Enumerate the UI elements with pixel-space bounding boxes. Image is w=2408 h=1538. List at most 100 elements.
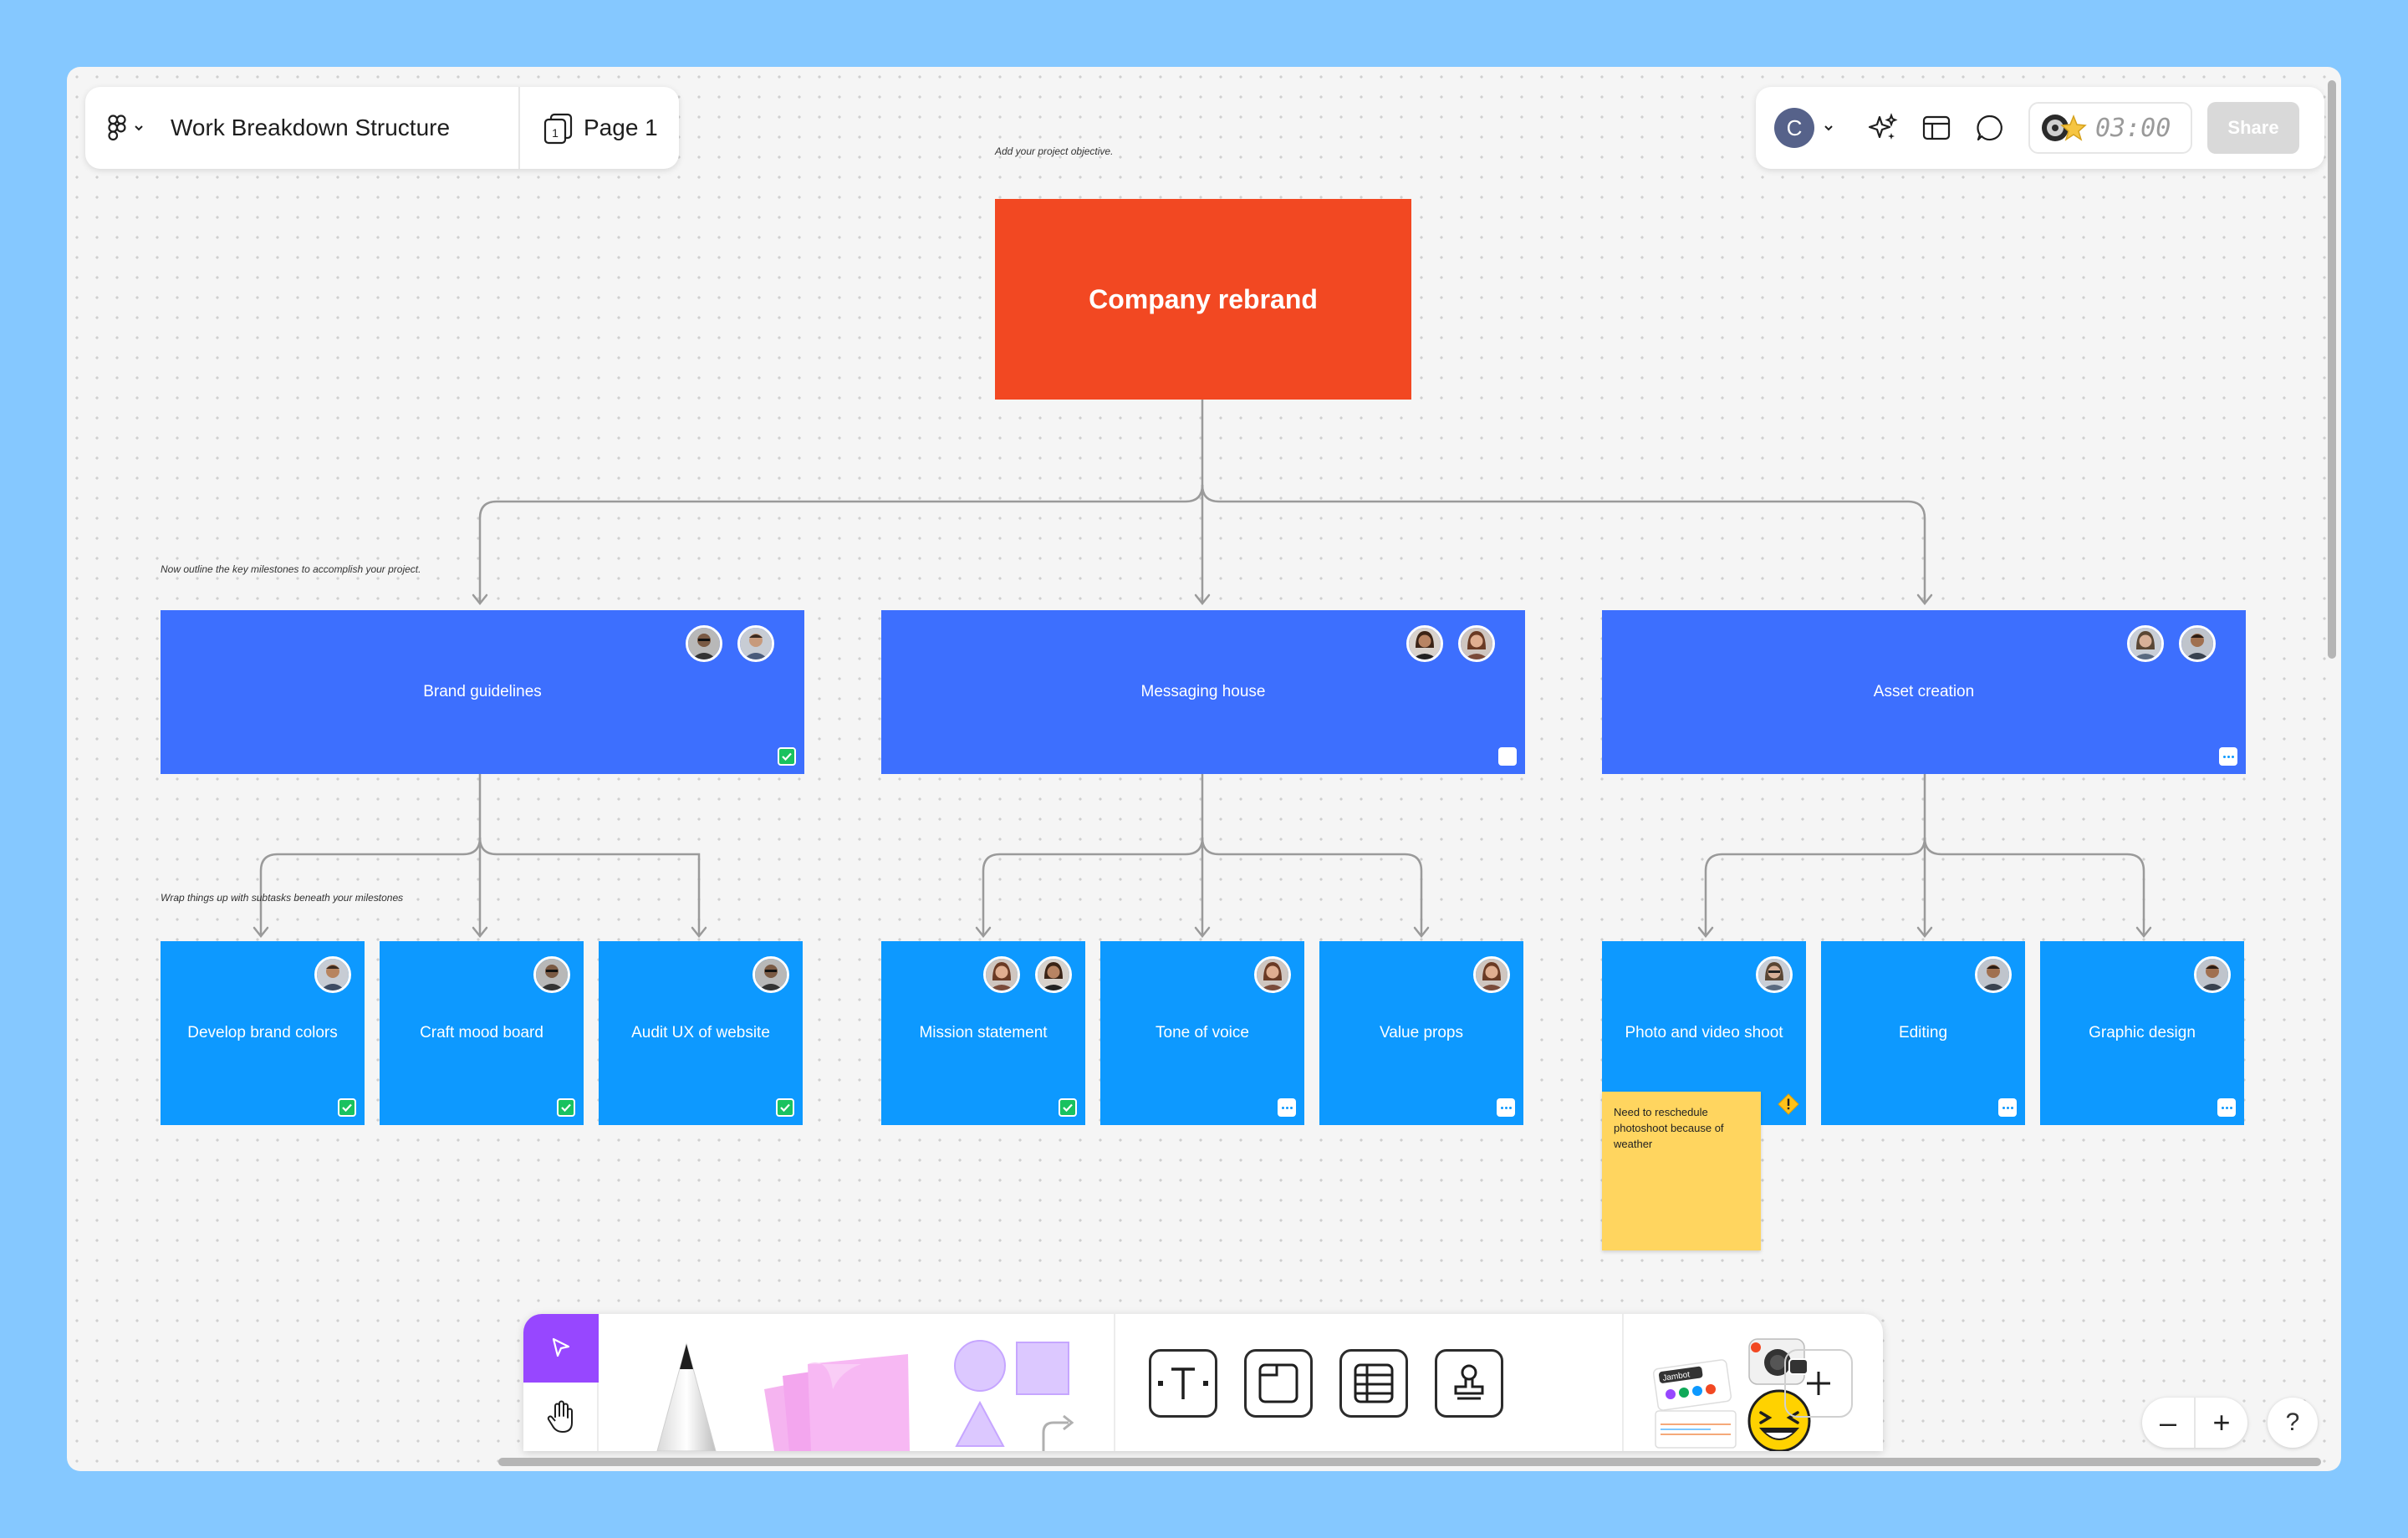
table-tool-button[interactable] xyxy=(1339,1349,1408,1418)
assignees xyxy=(533,956,570,993)
avatar[interactable] xyxy=(983,956,1020,993)
avatar[interactable] xyxy=(1458,625,1495,662)
zoom-in-button[interactable]: + xyxy=(2196,1398,2247,1448)
checkbox-checked[interactable] xyxy=(1059,1098,1077,1117)
svg-text:1: 1 xyxy=(552,126,559,140)
avatar[interactable] xyxy=(314,956,351,993)
avatar[interactable] xyxy=(1756,956,1793,993)
timer-value: 03:00 xyxy=(2095,113,2171,143)
horizontal-scrollbar[interactable] xyxy=(498,1458,2321,1466)
avatar[interactable] xyxy=(2194,956,2231,993)
warning-icon[interactable] xyxy=(1778,1093,1799,1115)
more-options-icon[interactable] xyxy=(1278,1098,1296,1117)
task-card[interactable]: Develop brand colors xyxy=(161,941,365,1125)
file-toolbar: Work Breakdown Structure 1 Page 1 xyxy=(85,87,679,169)
root-node[interactable]: Company rebrand xyxy=(995,199,1411,400)
template-icon[interactable] xyxy=(1920,111,1953,145)
avatar[interactable] xyxy=(1035,956,1072,993)
avatar[interactable] xyxy=(2127,625,2164,662)
share-button[interactable]: Share xyxy=(2207,102,2299,154)
text-tool-button[interactable] xyxy=(1149,1349,1217,1418)
cursor-icon xyxy=(552,1337,570,1357)
milestone-card[interactable]: Brand guidelines xyxy=(161,610,804,774)
more-options-icon[interactable] xyxy=(2219,747,2237,766)
more-options-icon[interactable] xyxy=(2217,1098,2236,1117)
avatar[interactable] xyxy=(686,625,722,662)
sticky-note-tool[interactable] xyxy=(749,1339,941,1451)
task-label: Develop brand colors xyxy=(187,1024,338,1041)
assignees xyxy=(1756,956,1793,993)
comment-icon[interactable] xyxy=(1973,111,2007,145)
task-card[interactable]: Craft mood board xyxy=(380,941,584,1125)
avatar[interactable] xyxy=(1406,625,1443,662)
avatar[interactable] xyxy=(1473,956,1510,993)
avatar[interactable] xyxy=(737,625,774,662)
task-card[interactable]: Graphic design xyxy=(2040,941,2244,1125)
hand-tool-button[interactable] xyxy=(523,1383,599,1451)
pencil-tool[interactable] xyxy=(640,1337,732,1451)
user-avatar[interactable]: C xyxy=(1774,108,1814,148)
move-tool-button[interactable] xyxy=(523,1314,599,1383)
avatar[interactable] xyxy=(2179,625,2216,662)
creation-toolbar: Jambot xyxy=(523,1314,1883,1451)
vertical-scrollbar[interactable] xyxy=(2328,80,2336,659)
selection-tools xyxy=(523,1314,599,1451)
help-button[interactable]: ? xyxy=(2268,1398,2318,1448)
task-label: Audit UX of website xyxy=(631,1024,770,1041)
avatar[interactable] xyxy=(533,956,570,993)
checkbox-unchecked[interactable] xyxy=(1498,747,1517,766)
text-icon xyxy=(1158,1367,1208,1399)
assignees xyxy=(983,956,1072,993)
task-card[interactable]: Tone of voice xyxy=(1100,941,1304,1125)
checkbox-checked[interactable] xyxy=(557,1098,575,1117)
more-options-icon[interactable] xyxy=(1998,1098,2017,1117)
milestone-card[interactable]: Asset creation xyxy=(1602,610,2246,774)
zoom-out-button[interactable]: – xyxy=(2142,1398,2194,1448)
task-card[interactable]: Mission statement xyxy=(881,941,1085,1125)
sticky-note[interactable]: Need to reschedule photoshoot because of… xyxy=(1602,1092,1761,1250)
assignees xyxy=(2194,956,2231,993)
task-label: Value props xyxy=(1380,1024,1463,1041)
assignees xyxy=(752,956,789,993)
task-label: Photo and video shoot xyxy=(1625,1024,1783,1041)
page-selector[interactable]: 1 Page 1 xyxy=(520,113,658,145)
assignees xyxy=(1406,625,1495,662)
avatar[interactable] xyxy=(1975,956,2012,993)
stamp-icon xyxy=(1454,1364,1484,1400)
milestone-label: Brand guidelines xyxy=(423,683,542,700)
figma-logo-icon xyxy=(108,115,126,141)
more-tools-button[interactable] xyxy=(1784,1349,1853,1418)
milestone-label: Asset creation xyxy=(1873,683,1975,700)
zoom-controls: – + xyxy=(2142,1398,2247,1448)
table-icon xyxy=(1354,1363,1394,1403)
assignees xyxy=(1975,956,2012,993)
canvas[interactable]: Work Breakdown Structure 1 Page 1 C 03:0… xyxy=(67,67,2341,1471)
task-card[interactable]: Audit UX of website xyxy=(599,941,803,1125)
section-tool-button[interactable] xyxy=(1244,1349,1313,1418)
chevron-down-icon[interactable] xyxy=(1823,124,1834,132)
assignees xyxy=(2127,625,2216,662)
task-label: Tone of voice xyxy=(1156,1024,1249,1041)
checkbox-checked[interactable] xyxy=(338,1098,356,1117)
task-label: Mission statement xyxy=(919,1024,1048,1041)
avatar[interactable] xyxy=(752,956,789,993)
timer[interactable]: 03:00 xyxy=(2028,102,2192,154)
checkbox-checked[interactable] xyxy=(776,1098,794,1117)
ai-sparkle-icon[interactable] xyxy=(1866,111,1900,145)
shapes-tool[interactable] xyxy=(946,1332,1089,1451)
assignees xyxy=(1254,956,1291,993)
checkbox-checked[interactable] xyxy=(778,747,796,766)
assignees xyxy=(314,956,351,993)
task-card[interactable]: Value props xyxy=(1319,941,1523,1125)
main-menu-button[interactable] xyxy=(85,87,167,169)
task-label: Craft mood board xyxy=(420,1024,543,1041)
subtasks-hint: Wrap things up with subtasks beneath you… xyxy=(161,892,404,904)
milestone-card[interactable]: Messaging house xyxy=(881,610,1525,774)
assignees xyxy=(1473,956,1510,993)
stamp-tool-button[interactable] xyxy=(1435,1349,1503,1418)
avatar[interactable] xyxy=(1254,956,1291,993)
task-label: Editing xyxy=(1898,1024,1948,1041)
task-card[interactable]: Editing xyxy=(1821,941,2025,1125)
more-options-icon[interactable] xyxy=(1497,1098,1515,1117)
file-title[interactable]: Work Breakdown Structure xyxy=(167,115,518,141)
